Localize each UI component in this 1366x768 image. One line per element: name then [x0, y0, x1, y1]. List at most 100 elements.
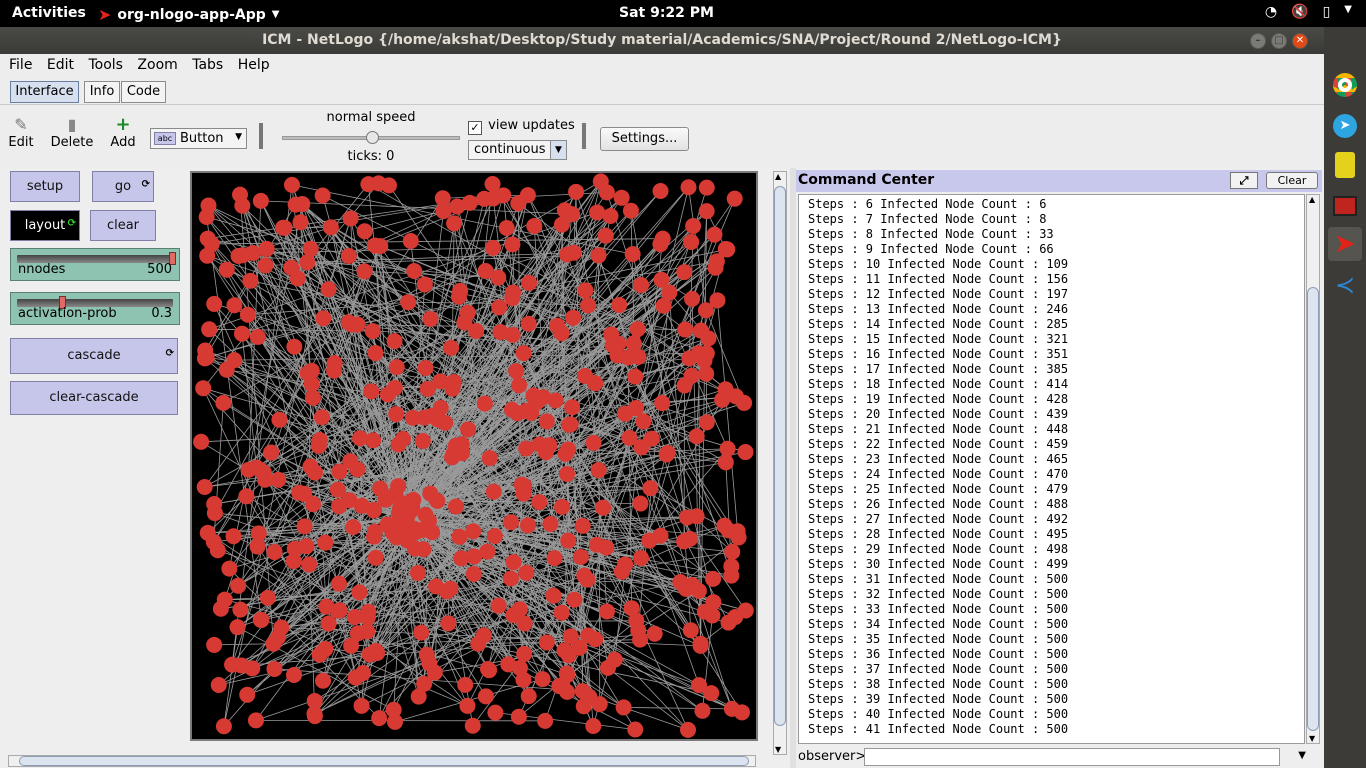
activities-button[interactable]: Activities	[12, 5, 86, 21]
network-node	[579, 571, 596, 588]
network-node	[345, 519, 362, 536]
network-node	[560, 532, 577, 549]
clear-cascade-button[interactable]: clear-cascade	[10, 381, 178, 415]
screen-recorder-icon[interactable]	[1328, 189, 1362, 223]
minimize-button[interactable]: –	[1250, 33, 1266, 49]
scroll-down-icon[interactable]: ▼	[1309, 734, 1315, 743]
command-input[interactable]	[864, 748, 1280, 766]
network-node	[704, 607, 721, 624]
clear-button[interactable]: clear	[90, 210, 156, 241]
cascade-button[interactable]: cascade ⟳	[10, 338, 178, 374]
network-node	[561, 416, 578, 433]
menu-edit[interactable]: Edit	[42, 54, 79, 76]
network-node	[232, 186, 249, 203]
output-vertical-scrollbar[interactable]: ▲ ▼	[1306, 194, 1320, 744]
app-menu[interactable]: ➤ org-nlogo-app-App ▼	[98, 5, 279, 24]
telegram-icon[interactable]: ➤	[1328, 109, 1362, 143]
go-button[interactable]: go ⟳	[92, 171, 154, 202]
network-node	[422, 311, 439, 328]
world-view[interactable]	[190, 171, 758, 741]
menu-file[interactable]: File	[4, 54, 37, 76]
tab-info[interactable]: Info	[84, 81, 120, 103]
network-node	[509, 405, 526, 422]
network-node	[519, 517, 536, 534]
network-node	[226, 297, 243, 314]
network-node	[716, 517, 733, 534]
menu-help[interactable]: Help	[233, 54, 275, 76]
network-node	[306, 692, 323, 709]
network-node	[619, 349, 636, 366]
tab-code[interactable]: Code	[121, 81, 166, 103]
chrome-icon[interactable]	[1328, 68, 1362, 102]
network-node	[314, 187, 331, 204]
menu-zoom[interactable]: Zoom	[132, 54, 182, 76]
network-node	[717, 454, 734, 471]
menu-tabs[interactable]: Tabs	[187, 54, 228, 76]
output-line: Steps : 16 Infected Node Count : 351	[808, 347, 1069, 361]
network-node	[239, 306, 256, 323]
network-node	[259, 589, 276, 606]
scroll-down-icon[interactable]: ▼	[775, 745, 781, 754]
chevron-down-icon[interactable]: ▼	[1298, 750, 1306, 761]
widget-type-select[interactable]: abc Button ▼	[150, 128, 247, 149]
network-node	[402, 233, 419, 250]
command-input-row: observer> ▼	[796, 747, 1322, 768]
delete-tool-label: Delete	[50, 135, 94, 150]
output-line: Steps : 18 Infected Node Count : 414	[808, 377, 1069, 391]
delete-tool[interactable]: ▮ Delete	[50, 115, 94, 150]
network-node	[682, 622, 699, 639]
network-graph	[193, 173, 754, 738]
expand-icon[interactable]: ⤢	[1230, 172, 1258, 189]
interface-vertical-scrollbar[interactable]: ▲ ▼	[773, 171, 787, 755]
scroll-thumb[interactable]	[19, 756, 749, 766]
network-node	[342, 210, 359, 227]
clear-output-button[interactable]: Clear	[1266, 172, 1318, 189]
network-node	[252, 192, 269, 209]
network-node	[617, 556, 634, 573]
scroll-thumb[interactable]	[1307, 287, 1319, 731]
network-node	[354, 665, 371, 682]
output-line: Steps : 32 Infected Node Count : 500	[808, 587, 1069, 601]
system-tray[interactable]: ◔ 🔇 ▯ ▼	[1265, 4, 1352, 20]
plus-icon: +	[115, 114, 131, 135]
network-node	[258, 240, 275, 257]
update-mode-select[interactable]: continuous ▼	[468, 140, 567, 160]
menu-tools[interactable]: Tools	[83, 54, 128, 76]
network-node	[440, 615, 457, 632]
observer-prompt[interactable]: observer>	[798, 749, 866, 764]
setup-button[interactable]: setup	[10, 171, 80, 202]
scroll-up-icon[interactable]: ▲	[775, 172, 781, 181]
nnodes-slider[interactable]: nnodes 500	[10, 248, 180, 281]
output-line: Steps : 8 Infected Node Count : 33	[808, 227, 1054, 241]
network-node	[661, 284, 678, 301]
scroll-thumb[interactable]	[774, 186, 786, 726]
command-center-output[interactable]: Steps : 6 Infected Node Count : 6 Steps :…	[798, 194, 1305, 744]
netlogo-icon[interactable]: ➤	[1328, 227, 1362, 261]
add-tool[interactable]: + Add	[109, 114, 137, 151]
activation-prob-label: activation-prob	[18, 306, 117, 321]
interface-horizontal-scrollbar[interactable]	[8, 755, 756, 767]
network-node	[310, 437, 327, 454]
layout-button[interactable]: layout ⟳	[10, 210, 80, 241]
view-updates-checkbox[interactable]: ✓ view updates	[468, 118, 575, 135]
settings-button[interactable]: Settings...	[600, 127, 689, 151]
activation-prob-slider[interactable]: activation-prob 0.3	[10, 292, 180, 325]
network-node	[553, 325, 570, 342]
close-button[interactable]: ✕	[1292, 33, 1308, 49]
output-line: Steps : 30 Infected Node Count : 499	[808, 557, 1069, 571]
scroll-up-icon[interactable]: ▲	[1309, 195, 1315, 204]
network-node	[565, 309, 582, 326]
network-node	[400, 294, 417, 311]
lantern-icon[interactable]	[1328, 148, 1362, 182]
network-node	[340, 247, 357, 264]
vscode-icon[interactable]: ≺	[1328, 268, 1362, 302]
network-node	[633, 276, 650, 293]
maximize-button[interactable]: □	[1271, 33, 1287, 49]
network-node	[367, 642, 384, 659]
launcher-dock: ➤ ➤ ≺	[1324, 27, 1366, 768]
tab-interface[interactable]: Interface	[10, 81, 79, 103]
clock[interactable]: Sat 9:22 PM	[619, 5, 714, 21]
speed-slider[interactable]	[282, 131, 460, 144]
speed-slider-knob[interactable]	[366, 131, 379, 144]
edit-tool[interactable]: ✎ Edit	[8, 115, 34, 150]
